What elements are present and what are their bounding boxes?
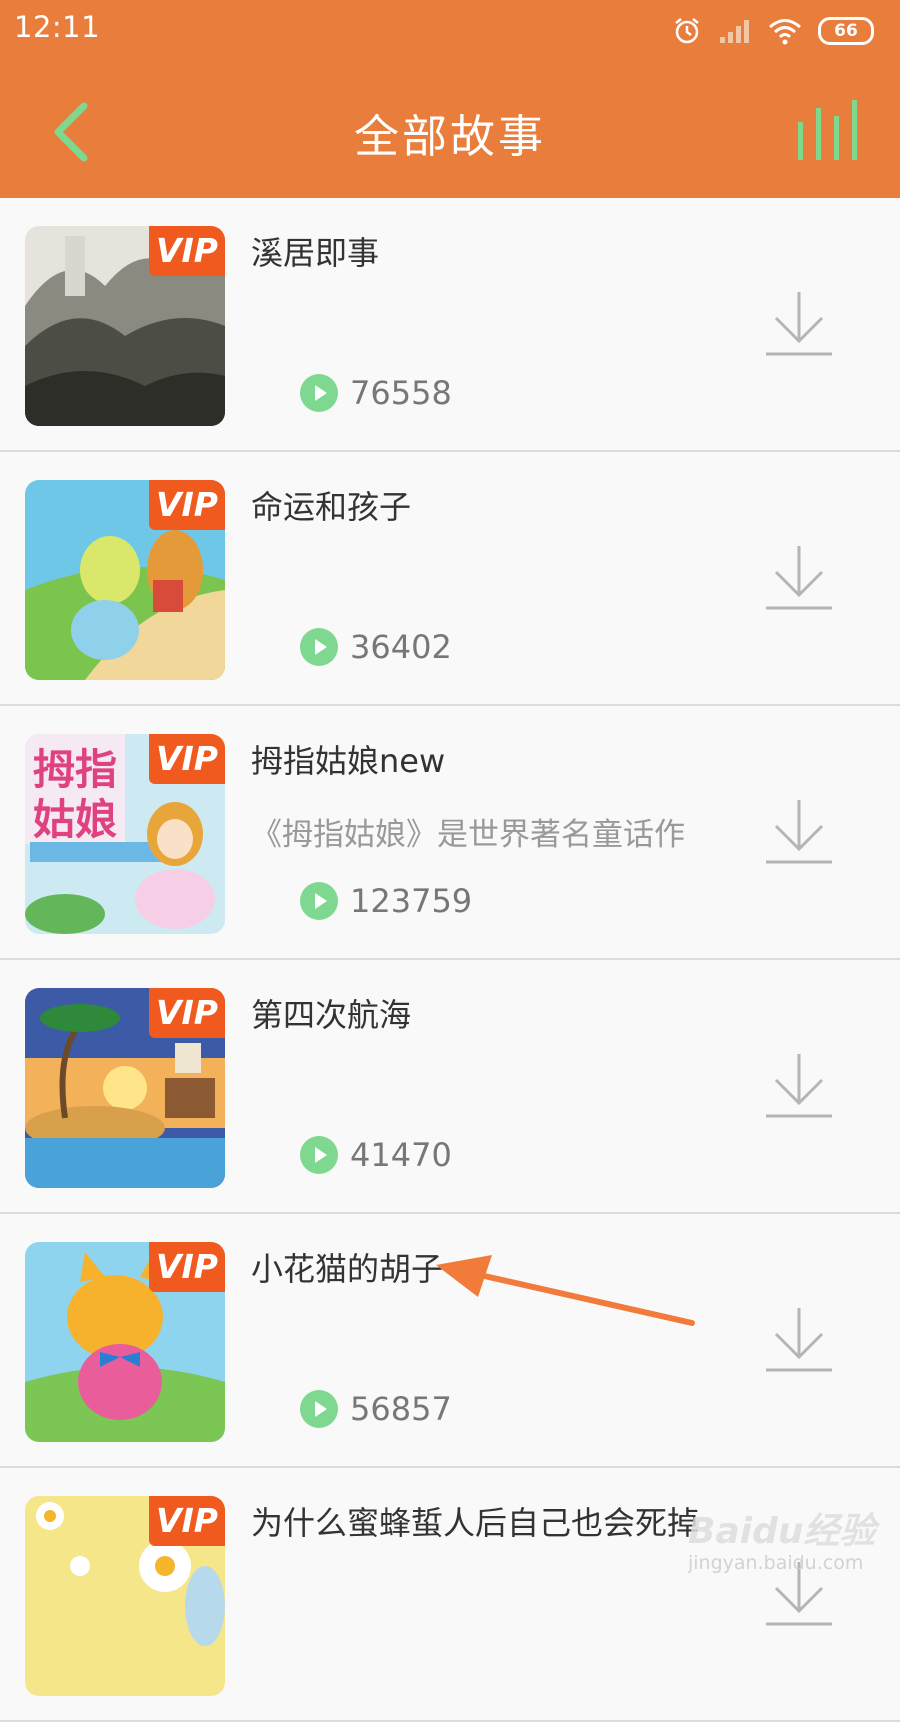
signal-icon	[720, 20, 749, 43]
status-icons: 66	[656, 12, 874, 50]
story-title: 溪居即事	[251, 234, 380, 272]
list-item[interactable]: VIP 命运和孩子 36402	[0, 452, 900, 706]
story-list: VIP 溪居即事 76558 VIP 命运和孩子 36402 拇指 姑娘 VIP…	[0, 198, 900, 1722]
watermark-brand: Baidu经验	[688, 1511, 876, 1552]
list-item[interactable]: 拇指 姑娘 VIP 拇指姑娘new 《拇指姑娘》是世界著名童话作 123759	[0, 706, 900, 960]
story-description: 《拇指姑娘》是世界著名童话作	[251, 817, 685, 853]
baidu-watermark: Baidu经验 jingyan.baidu.com	[688, 1502, 888, 1582]
play-count: 76558	[350, 374, 452, 412]
play-icon	[300, 1136, 338, 1174]
story-thumbnail: VIP	[25, 988, 225, 1188]
download-icon[interactable]	[766, 290, 832, 358]
story-title: 拇指姑娘new	[251, 742, 446, 780]
download-icon[interactable]	[766, 1052, 832, 1120]
story-thumbnail: VIP	[25, 480, 225, 680]
status-time: 12:11	[14, 10, 101, 44]
vip-badge: VIP	[149, 734, 225, 784]
alarm-icon	[675, 18, 699, 44]
download-icon[interactable]	[766, 544, 832, 612]
play-icon	[300, 882, 338, 920]
wifi-icon	[769, 19, 801, 45]
vip-badge: VIP	[149, 480, 225, 530]
equalizer-icon[interactable]	[796, 98, 860, 160]
play-count: 56857	[350, 1390, 452, 1428]
story-title: 命运和孩子	[251, 488, 412, 526]
download-icon[interactable]	[766, 798, 832, 866]
battery-indicator: 66	[818, 17, 874, 45]
story-title: 小花猫的胡子	[251, 1250, 444, 1288]
story-thumbnail: VIP	[25, 226, 225, 426]
status-bar: 12:11 66	[0, 0, 900, 62]
list-item[interactable]: VIP 溪居即事 76558	[0, 198, 900, 452]
download-icon[interactable]	[766, 1306, 832, 1374]
story-thumbnail: VIP	[25, 1496, 225, 1696]
page-title: 全部故事	[353, 110, 546, 163]
vip-badge: VIP	[149, 1496, 225, 1546]
play-icon	[300, 1390, 338, 1428]
story-thumbnail: VIP	[25, 1242, 225, 1442]
watermark-url: jingyan.baidu.com	[688, 1552, 864, 1574]
app-header: 全部故事	[0, 62, 900, 198]
svg-text:拇指: 拇指	[33, 745, 117, 794]
play-count: 41470	[350, 1136, 452, 1174]
list-item[interactable]: VIP 第四次航海 41470	[0, 960, 900, 1214]
play-icon	[300, 374, 338, 412]
play-count: 123759	[350, 882, 473, 920]
story-thumbnail: 拇指 姑娘 VIP	[25, 734, 225, 934]
play-count: 36402	[350, 628, 452, 666]
story-title: 为什么蜜蜂蜇人后自己也会死掉	[251, 1504, 700, 1542]
play-icon	[300, 628, 338, 666]
vip-badge: VIP	[149, 226, 225, 276]
svg-text:姑娘: 姑娘	[33, 795, 117, 844]
vip-badge: VIP	[149, 988, 225, 1038]
annotation-arrow	[436, 1255, 695, 1326]
vip-badge: VIP	[149, 1242, 225, 1292]
story-title: 第四次航海	[251, 996, 412, 1034]
